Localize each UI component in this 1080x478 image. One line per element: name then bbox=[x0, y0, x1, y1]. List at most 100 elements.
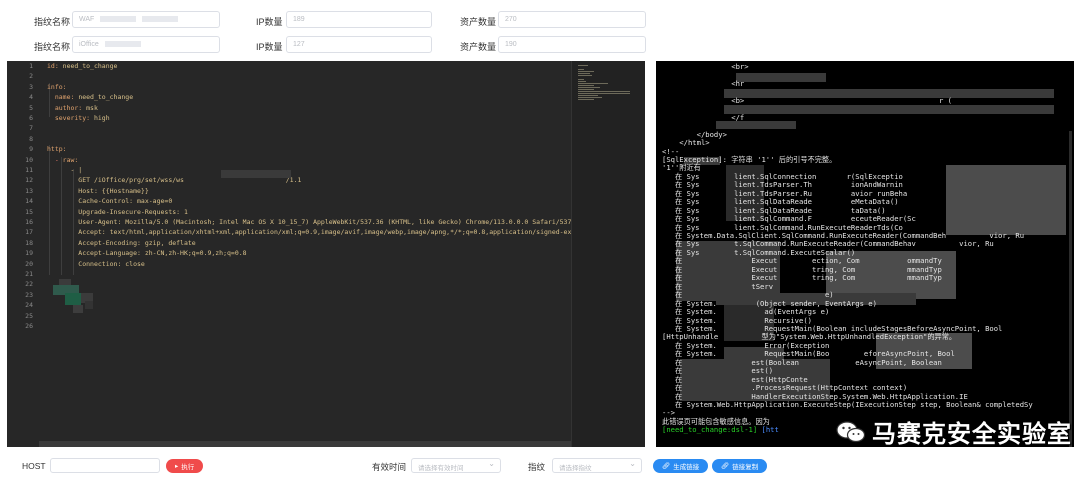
fingerprint-name-label: 指纹名称 bbox=[34, 42, 71, 52]
obscured-block bbox=[65, 293, 81, 305]
line-number: 16 bbox=[25, 218, 33, 226]
ip-count-label: IP数量 bbox=[256, 17, 283, 27]
ip-count-input[interactable]: 127 bbox=[286, 36, 432, 53]
line-number: 25 bbox=[25, 311, 33, 320]
line-number: 23 bbox=[25, 290, 33, 299]
line-number: 10 bbox=[25, 155, 33, 164]
run-button[interactable]: ▸ 执行 bbox=[166, 459, 204, 473]
code-line[interactable]: author: msk bbox=[47, 104, 98, 112]
code-area[interactable]: id: need_to_change info: name: need_to_ch… bbox=[39, 61, 583, 447]
editor-minimap[interactable] bbox=[571, 61, 645, 447]
watermark-text: 马赛克安全实验室 bbox=[872, 421, 1072, 448]
line-number: 20 bbox=[25, 259, 33, 268]
fingerprint-name-value: WAF bbox=[79, 16, 95, 23]
code-line[interactable]: Connection: close bbox=[47, 260, 145, 268]
line-number: 21 bbox=[25, 270, 33, 278]
yaml-code-editor[interactable]: 1 2 3 4 5 6 7 8 9 10 11 12 13 14 15 16 17 18 19 20 21 22 23 24 2… bbox=[7, 61, 645, 447]
ip-count-input[interactable]: 189 bbox=[286, 11, 432, 28]
line-number: 5 bbox=[29, 103, 33, 112]
asset-count-label: 资产数量 bbox=[460, 17, 497, 27]
code-line[interactable]: name: need_to_change bbox=[47, 93, 133, 101]
terminal-line: <b> r ( bbox=[662, 95, 952, 105]
watermark: 马赛克安全实验室 bbox=[836, 414, 1072, 449]
host-input[interactable] bbox=[50, 458, 160, 473]
terminal-line: </f bbox=[662, 112, 745, 122]
wechat-icon bbox=[836, 420, 866, 443]
line-number: 2 bbox=[29, 72, 33, 81]
fingerprint-name-input[interactable]: WAF bbox=[72, 11, 220, 28]
obscured-block bbox=[716, 121, 796, 129]
code-line[interactable]: Accept-Encoding: gzip, deflate bbox=[47, 239, 195, 247]
code-line[interactable]: - | bbox=[47, 166, 82, 174]
fingerprint-name-label: 指纹名称 bbox=[34, 17, 71, 27]
editor-horizontal-scrollbar[interactable] bbox=[39, 441, 571, 447]
fingerprint-select[interactable]: 请选择指纹 bbox=[552, 458, 642, 473]
line-number: 13 bbox=[25, 186, 33, 195]
obscured-block bbox=[736, 73, 826, 82]
generate-link-button[interactable]: 🔗︎ 生成链接 bbox=[653, 459, 709, 473]
code-line[interactable]: id: need_to_change bbox=[47, 62, 117, 70]
link-icon: 🔗︎ bbox=[721, 463, 730, 470]
obscured-block bbox=[946, 165, 1066, 235]
copy-link-label: 链接复制 bbox=[732, 464, 759, 471]
terminal-line: <br> bbox=[662, 62, 749, 71]
line-number: 19 bbox=[25, 249, 33, 258]
line-number: 26 bbox=[25, 322, 33, 330]
asset-count-input[interactable]: 190 bbox=[498, 36, 646, 53]
code-line[interactable]: Accept: text/html,application/xhtml+xml,… bbox=[47, 228, 579, 236]
prompt-protocol: [htt bbox=[757, 425, 779, 434]
line-number: 11 bbox=[25, 166, 33, 174]
terminal-scrollbar[interactable] bbox=[1069, 131, 1072, 447]
terminal-prompt-line: [need_to_change:dsl-1] [htt bbox=[662, 425, 779, 434]
obscured-block bbox=[73, 305, 83, 313]
line-number: 17 bbox=[25, 228, 33, 237]
line-number: 8 bbox=[29, 134, 33, 143]
play-icon: ▸ bbox=[175, 463, 179, 470]
line-number: 24 bbox=[25, 301, 33, 310]
terminal-line: <hr bbox=[662, 78, 745, 88]
asset-count-value: 190 bbox=[505, 41, 517, 48]
generate-link-label: 生成链接 bbox=[673, 464, 700, 471]
line-number: 9 bbox=[29, 145, 33, 154]
valid-time-label: 有效时间 bbox=[372, 462, 407, 472]
code-line[interactable]: info: bbox=[47, 83, 67, 91]
line-number: 7 bbox=[29, 124, 33, 133]
host-label: HOST bbox=[22, 461, 46, 471]
obscured-path bbox=[221, 170, 291, 178]
code-line[interactable]: severity: high bbox=[47, 114, 110, 122]
line-number-gutter: 1 2 3 4 5 6 7 8 9 10 11 12 13 14 15 16 17 18 19 20 21 22 23 24 2… bbox=[7, 61, 39, 447]
valid-time-select[interactable]: 请选择有效时间 bbox=[411, 458, 501, 473]
code-line[interactable]: User-Agent: Mozilla/5.0 (Macintosh; Inte… bbox=[47, 218, 583, 226]
code-line[interactable]: http: bbox=[47, 145, 67, 153]
form-row-1: 指纹名称 WAF IP数量 189 资产数量 270 bbox=[0, 11, 1080, 33]
code-line[interactable]: Upgrade-Insecure-Requests: 1 bbox=[47, 208, 188, 216]
line-number: 22 bbox=[25, 280, 33, 289]
run-button-label: 执行 bbox=[181, 464, 195, 471]
ip-count-value: 189 bbox=[293, 16, 305, 23]
line-number: 3 bbox=[29, 82, 33, 91]
response-terminal[interactable]: <br> <hr <b> r ( </f </body> </html> <!--… bbox=[656, 61, 1074, 447]
form-row-2: 指纹名称 iOffice IP数量 127 资产数量 190 bbox=[0, 36, 1080, 58]
fingerprint-name-input[interactable]: iOffice bbox=[72, 36, 220, 53]
obscured-block bbox=[724, 105, 1054, 114]
asset-count-input[interactable]: 270 bbox=[498, 11, 646, 28]
valid-time-placeholder: 请选择有效时间 bbox=[418, 465, 464, 472]
bottom-toolbar: HOST ▸ 执行 有效时间 请选择有效时间 指纹 请选择指纹 🔗︎ 生成链接 … bbox=[0, 454, 1080, 476]
line-number: 15 bbox=[25, 207, 33, 216]
line-number: 14 bbox=[25, 197, 33, 206]
obscured-block bbox=[85, 301, 93, 309]
line-number: 12 bbox=[25, 176, 33, 185]
line-number: 1 bbox=[29, 62, 33, 70]
fingerprint-placeholder: 请选择指纹 bbox=[559, 465, 592, 472]
line-number: 18 bbox=[25, 238, 33, 247]
ip-count-label: IP数量 bbox=[256, 42, 283, 52]
line-number: 4 bbox=[29, 93, 33, 102]
code-line[interactable]: Host: {{Hostname}} bbox=[47, 187, 148, 195]
ip-count-value: 127 bbox=[293, 41, 305, 48]
copy-link-button[interactable]: 🔗︎ 链接复制 bbox=[712, 459, 768, 473]
line-number: 6 bbox=[29, 114, 33, 122]
code-line[interactable]: Cache-Control: max-age=0 bbox=[47, 197, 172, 205]
code-line[interactable]: Accept-Language: zh-CN,zh-HK;q=0.9,zh;q=… bbox=[47, 249, 246, 257]
code-line[interactable]: - raw: bbox=[47, 156, 78, 164]
fingerprint-label: 指纹 bbox=[528, 462, 546, 472]
